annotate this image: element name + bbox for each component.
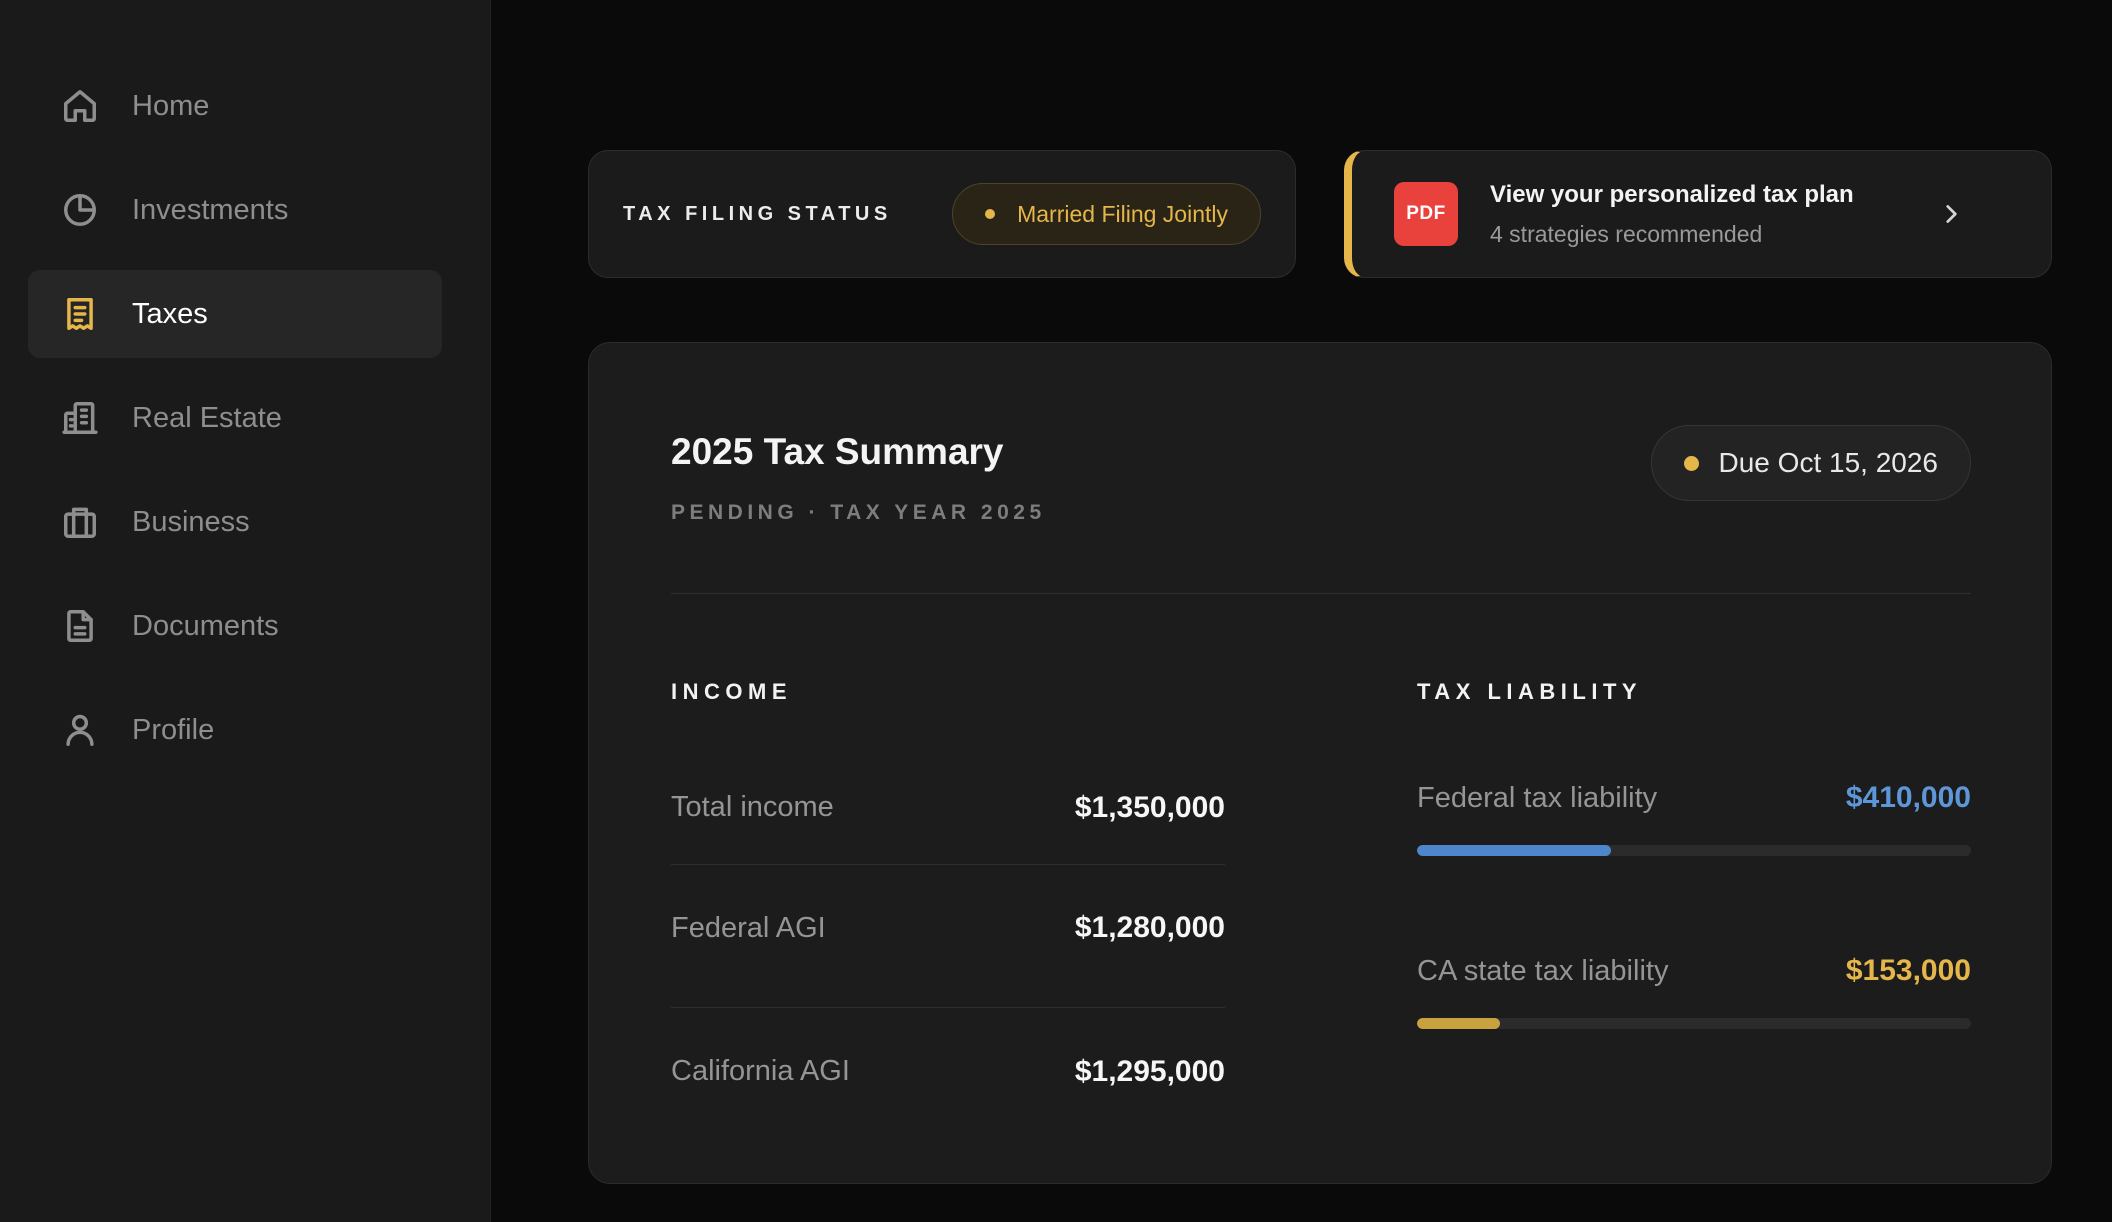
status-dot-icon — [985, 209, 996, 219]
income-row-label: Total income — [671, 791, 834, 823]
filing-status-card: TAX FILING STATUS Married Filing Jointly — [588, 150, 1296, 278]
progress-bar-fill — [1417, 845, 1611, 856]
sidebar-item-label: Documents — [132, 609, 279, 642]
sidebar-item-label: Business — [132, 505, 250, 538]
federal-tax-item: Federal tax liability $410,000 — [1417, 773, 1971, 856]
income-list: Total income $1,350,000 Federal AGI $1,2… — [671, 751, 1225, 1151]
app-root: Home Investments Taxes Real Estate Busin… — [0, 0, 2112, 1222]
sidebar-item-label: Investments — [132, 193, 289, 226]
tax-plan-subtitle: 4 strategies recommended — [1490, 220, 1763, 247]
pie-chart-icon — [60, 190, 100, 230]
due-date-badge: Due Oct 15, 2026 — [1650, 425, 1971, 501]
sidebar-item-business[interactable]: Business — [28, 478, 442, 566]
due-date-text: Due Oct 15, 2026 — [1718, 447, 1938, 478]
progress-track — [1417, 1018, 1971, 1029]
income-row-california-agi: California AGI $1,295,000 — [671, 1008, 1225, 1151]
sidebar-item-real-estate[interactable]: Real Estate — [28, 374, 442, 462]
income-section-label: INCOME — [671, 679, 792, 704]
sidebar: Home Investments Taxes Real Estate Busin… — [0, 0, 491, 1222]
tax-plan-card[interactable]: PDF View your personalized tax plan 4 st… — [1344, 150, 2052, 278]
income-row-total: Total income $1,350,000 — [671, 751, 1225, 865]
summary-title: 2025 Tax Summary — [671, 431, 1004, 472]
tax-item-label: CA state tax liability — [1417, 954, 1669, 987]
tax-plan-text: View your personalized tax plan 4 strate… — [1490, 181, 1921, 248]
tax-item-label: Federal tax liability — [1417, 781, 1658, 814]
filing-status-pill[interactable]: Married Filing Jointly — [952, 183, 1261, 245]
building-icon — [60, 398, 100, 438]
briefcase-icon — [60, 502, 100, 542]
sidebar-nav: Home Investments Taxes Real Estate Busin… — [28, 62, 442, 790]
tax-liability-list: Federal tax liability $410,000 CA state … — [1417, 773, 1971, 1119]
filing-status-value: Married Filing Jointly — [1017, 200, 1228, 227]
summary-subtitle: PENDING · TAX YEAR 2025 — [671, 501, 1046, 524]
due-dot-icon — [1683, 455, 1699, 471]
user-icon — [60, 710, 100, 750]
sidebar-item-home[interactable]: Home — [28, 62, 442, 150]
pdf-icon: PDF — [1394, 182, 1458, 246]
income-row-value: $1,295,000 — [1074, 1054, 1225, 1088]
tax-summary-card: 2025 Tax Summary PENDING · TAX YEAR 2025… — [588, 342, 2052, 1184]
sidebar-item-label: Real Estate — [132, 401, 282, 434]
income-row-value: $1,350,000 — [1074, 790, 1225, 824]
sidebar-item-profile[interactable]: Profile — [28, 686, 442, 774]
sidebar-item-taxes[interactable]: Taxes — [28, 270, 442, 358]
tax-plan-title: View your personalized tax plan — [1490, 180, 1854, 208]
divider — [671, 593, 1971, 594]
income-row-value: $1,280,000 — [1074, 911, 1225, 944]
income-row-label: California AGI — [671, 1055, 850, 1087]
filing-status-label: TAX FILING STATUS — [623, 202, 892, 225]
state-tax-item: CA state tax liability $153,000 — [1417, 946, 1971, 1029]
home-icon — [60, 86, 100, 126]
income-row-label: Federal AGI — [671, 911, 826, 944]
sidebar-item-documents[interactable]: Documents — [28, 582, 442, 670]
document-icon — [60, 606, 100, 646]
sidebar-item-label: Profile — [132, 713, 215, 746]
chevron-right-icon[interactable] — [1921, 184, 1981, 244]
income-row-federal-agi: Federal AGI $1,280,000 — [671, 865, 1225, 1008]
receipt-icon — [60, 294, 100, 334]
progress-bar-fill — [1417, 1018, 1501, 1029]
sidebar-item-label: Home — [132, 89, 210, 122]
tax-item-value: $410,000 — [1845, 781, 1971, 814]
tax-item-value: $153,000 — [1845, 954, 1971, 987]
sidebar-item-investments[interactable]: Investments — [28, 166, 442, 254]
sidebar-item-label: Taxes — [132, 297, 208, 330]
progress-track — [1417, 845, 1971, 856]
tax-liability-section-label: TAX LIABILITY — [1417, 679, 1643, 704]
